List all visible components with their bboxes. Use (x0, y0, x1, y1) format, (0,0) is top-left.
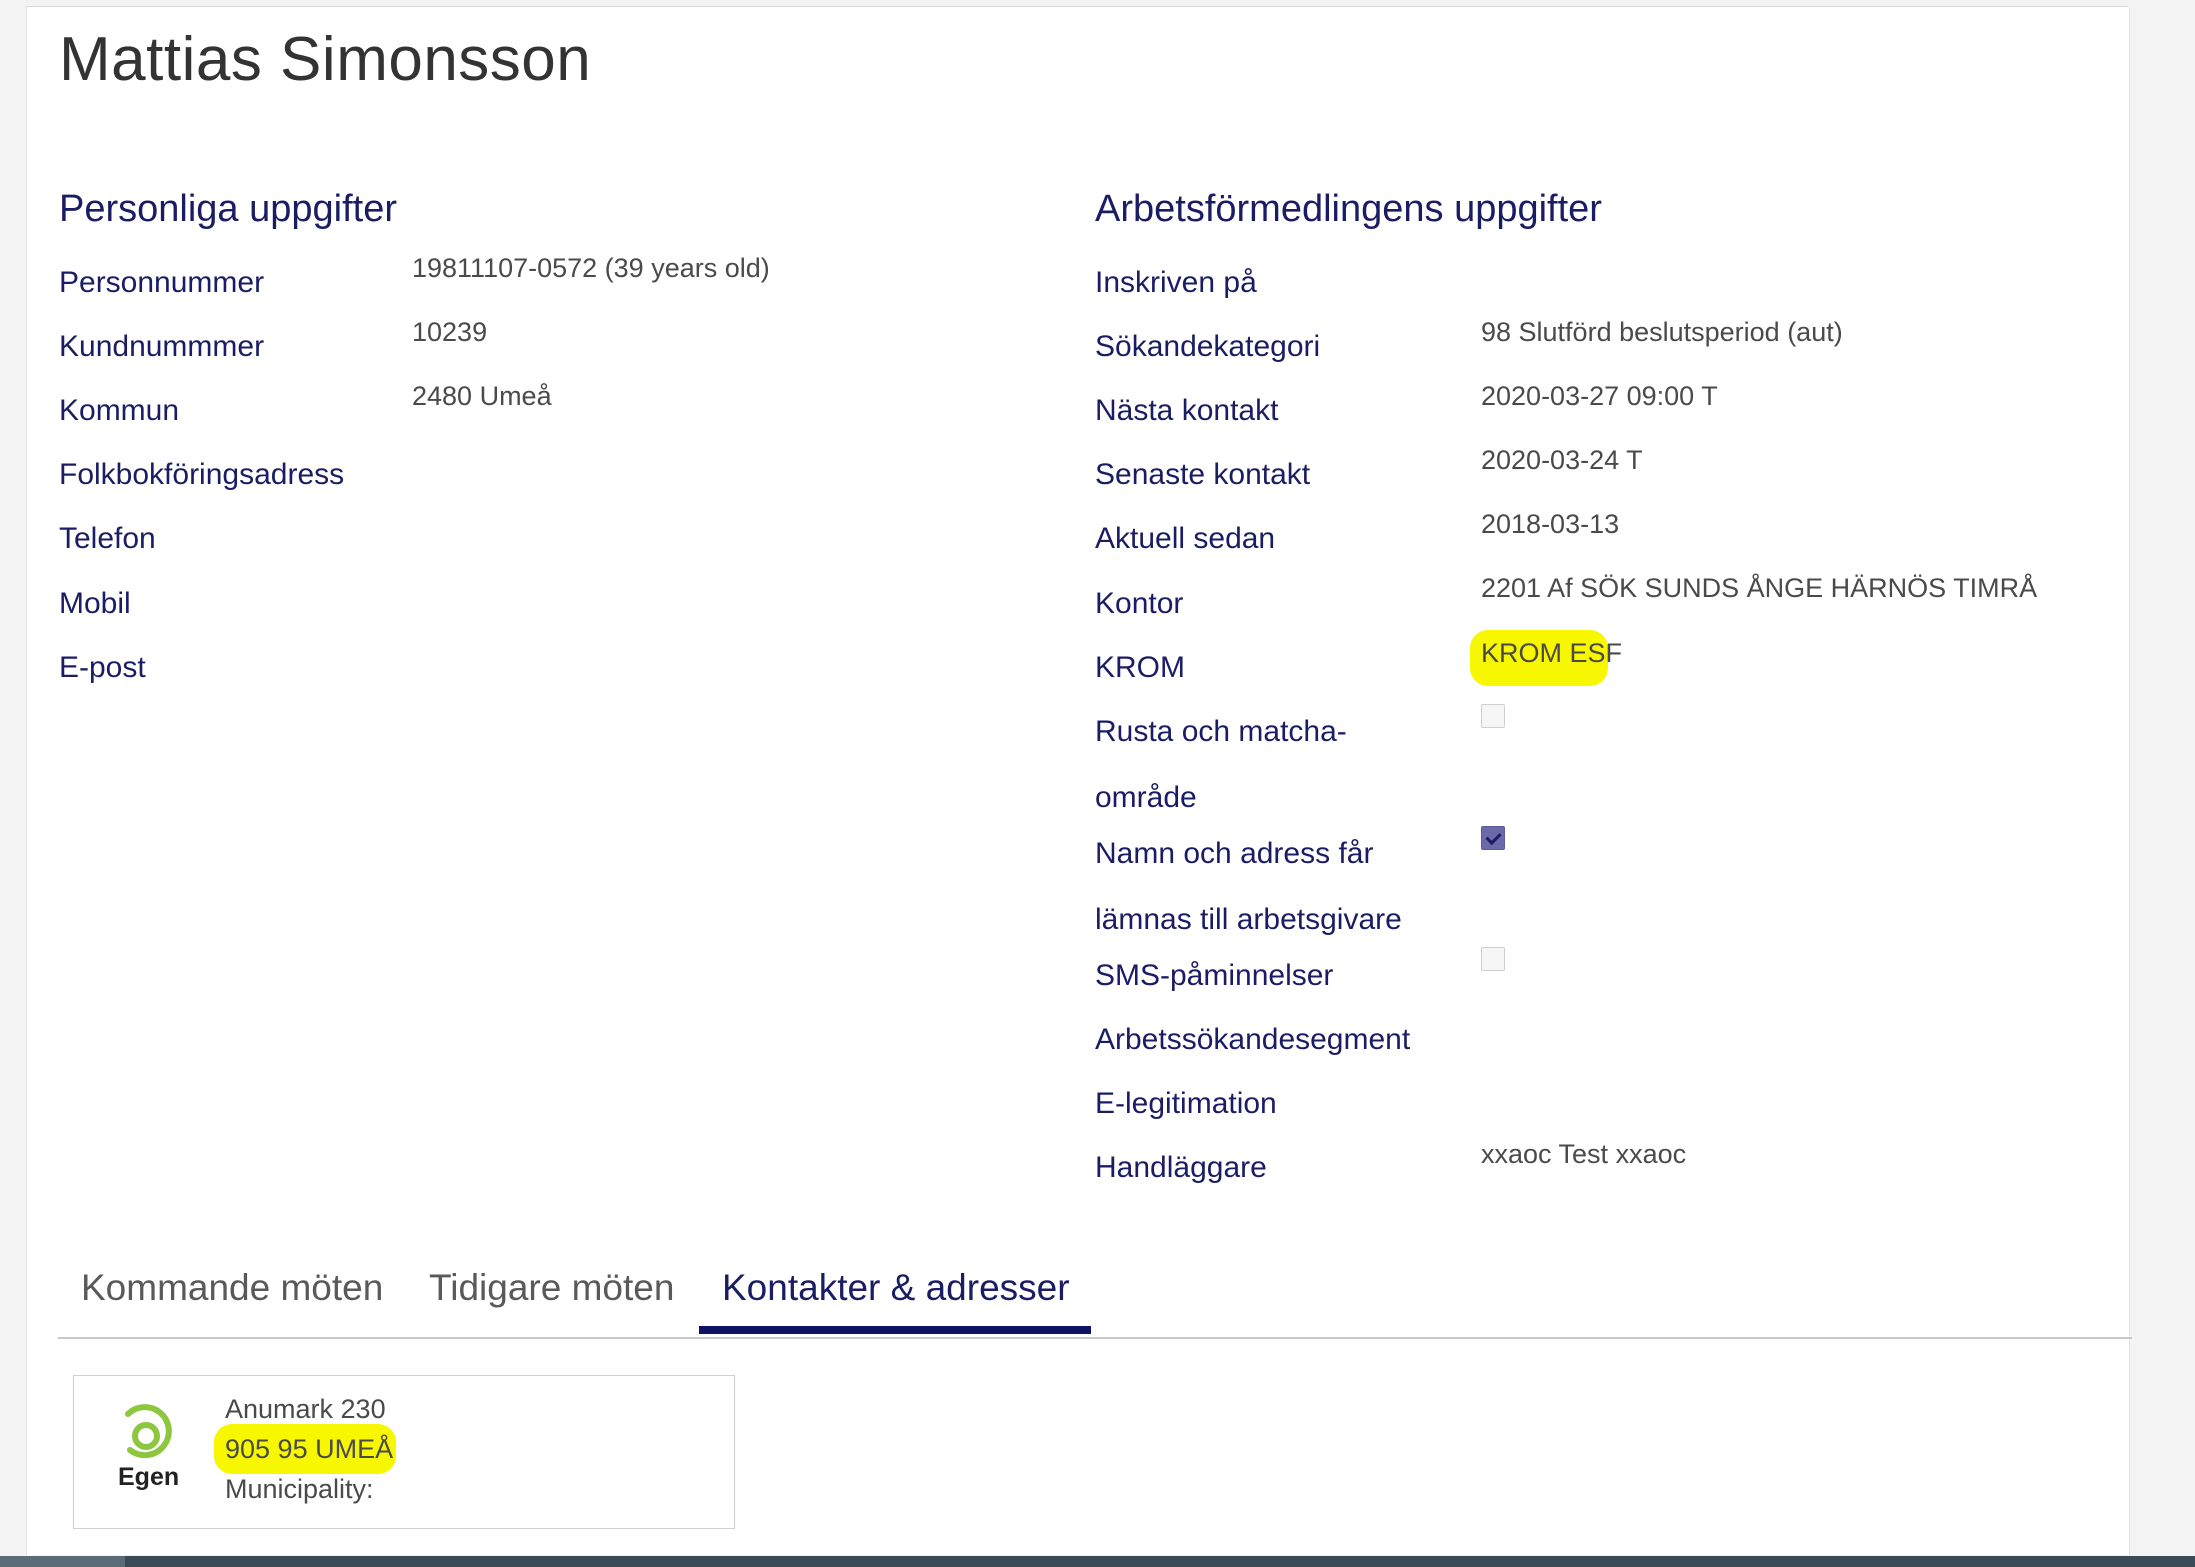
tab-kontakter-adresser[interactable]: Kontakter & adresser (722, 1267, 1070, 1309)
personnummer-label: Personnummer (59, 266, 265, 299)
address-street: Anumark 230 (225, 1394, 386, 1424)
sokandekategori-value: 98 Slutförd beslutsperiod (aut) (1481, 317, 1843, 347)
bottom-bar-left (0, 1556, 125, 1567)
kommun-value: 2480 Umeå (412, 381, 552, 411)
kontor-value: 2201 Af SÖK SUNDS ÅNGE HÄRNÖS TIMRÅ (1481, 573, 2038, 603)
bottom-bar (0, 1556, 2195, 1567)
tab-kommande-moten[interactable]: Kommande möten (81, 1267, 383, 1309)
inskriven-label: Inskriven på (1095, 266, 1257, 299)
kontor-label: Kontor (1095, 587, 1184, 620)
af-section-heading: Arbetsförmedlingens uppgifter (1095, 188, 1602, 230)
senaste-kontakt-label: Senaste kontakt (1095, 458, 1311, 491)
folkbokforingsadress-label: Folkbokföringsadress (59, 458, 345, 491)
tab-bar: Kommande möten Tidigare möten Kontakter … (58, 1245, 2132, 1339)
aktuell-sedan-value: 2018-03-13 (1481, 509, 1620, 539)
namn-adress-label-line1: Namn och adress får (1095, 837, 1374, 870)
krom-value: KROM ESF (1481, 638, 1623, 668)
page-background: Mattias Simonsson Personliga uppgifter P… (0, 0, 2195, 1567)
telefon-label: Telefon (59, 522, 156, 555)
address-postal: 905 95 UMEÅ (225, 1434, 394, 1464)
epost-label: E-post (59, 651, 146, 684)
egen-logo-icon (125, 1404, 172, 1459)
kundnummer-label: Kundnummmer (59, 330, 265, 363)
personal-section-heading: Personliga uppgifter (59, 188, 397, 230)
nasta-kontakt-label: Nästa kontakt (1095, 394, 1279, 427)
sms-paminnelser-checkbox[interactable] (1481, 947, 1505, 971)
krom-label: KROM (1095, 651, 1185, 684)
rusta-matcha-label-line1: Rusta och matcha- (1095, 715, 1347, 748)
kommun-label: Kommun (59, 394, 180, 427)
e-legitimation-label: E-legitimation (1095, 1087, 1277, 1120)
rusta-matcha-checkbox[interactable] (1481, 704, 1505, 728)
handlaggare-value: xxaoc Test xxaoc (1481, 1139, 1687, 1169)
address-municipality: Municipality: (225, 1474, 374, 1504)
handlaggare-label: Handläggare (1095, 1151, 1267, 1184)
namn-adress-checkbox[interactable] (1481, 826, 1505, 850)
personnummer-value: 19811107-0572 (39 years old) (412, 253, 770, 283)
senaste-kontakt-value: 2020-03-24 T (1481, 445, 1643, 475)
page-title: Mattias Simonsson (59, 25, 592, 94)
tab-tidigare-moten[interactable]: Tidigare möten (429, 1267, 674, 1309)
mobil-label: Mobil (59, 587, 131, 620)
nasta-kontakt-value: 2020-03-27 09:00 T (1481, 381, 1718, 411)
active-tab-indicator (699, 1326, 1091, 1334)
arbetssokandesegment-label: Arbetssökandesegment (1095, 1023, 1411, 1056)
egen-logo-text: Egen (118, 1463, 180, 1491)
sms-paminnelser-label: SMS-påminnelser (1095, 959, 1334, 992)
sokandekategori-label: Sökandekategori (1095, 330, 1321, 363)
kundnummer-value: 10239 (412, 317, 488, 347)
aktuell-sedan-label: Aktuell sedan (1095, 522, 1276, 555)
